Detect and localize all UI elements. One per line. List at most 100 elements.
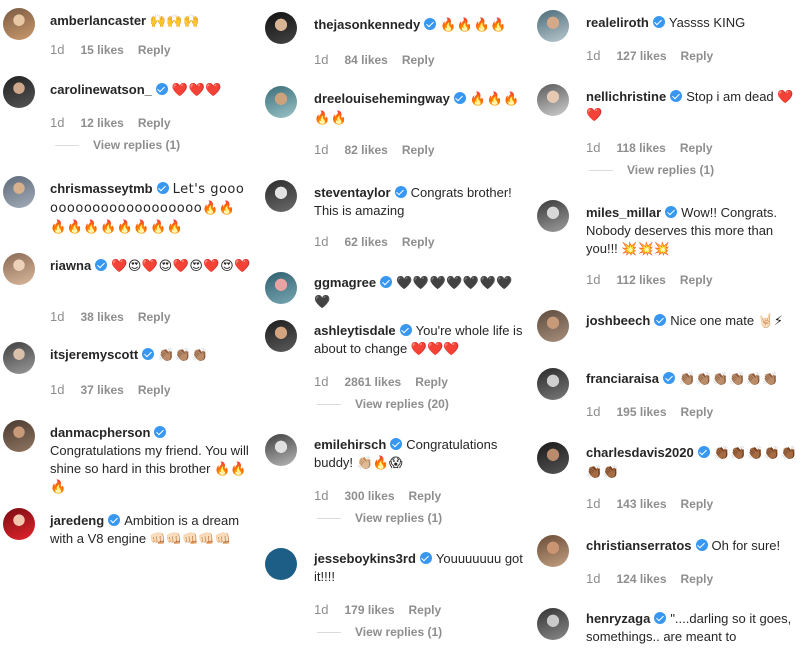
username[interactable]: realeliroth xyxy=(586,15,649,30)
username[interactable]: danmacpherson xyxy=(50,425,150,440)
likes-count[interactable]: 84 likes xyxy=(344,53,387,67)
avatar[interactable] xyxy=(3,342,35,374)
username[interactable]: carolinewatson_ xyxy=(50,82,152,97)
username[interactable]: dreelouisehemingway xyxy=(314,91,450,106)
username[interactable]: joshbeech xyxy=(586,313,650,328)
timestamp[interactable]: 1d xyxy=(314,142,328,157)
avatar[interactable] xyxy=(537,368,569,400)
reply-button[interactable]: Reply xyxy=(138,310,171,324)
avatar[interactable] xyxy=(537,608,569,640)
username[interactable]: jaredeng xyxy=(50,513,104,528)
avatar[interactable] xyxy=(265,320,297,352)
likes-count[interactable]: 179 likes xyxy=(344,603,394,617)
likes-count[interactable]: 112 likes xyxy=(616,273,665,287)
avatar[interactable] xyxy=(3,420,35,452)
likes-count[interactable]: 12 likes xyxy=(80,116,123,130)
username[interactable]: itsjeremyscott xyxy=(50,347,138,362)
username[interactable]: miles_millar xyxy=(586,205,661,220)
timestamp[interactable]: 1d xyxy=(314,602,328,617)
likes-count[interactable]: 82 likes xyxy=(344,143,387,157)
likes-count[interactable]: 38 likes xyxy=(80,310,123,324)
likes-count[interactable]: 195 likes xyxy=(616,405,666,419)
likes-count[interactable]: 124 likes xyxy=(616,572,666,586)
likes-count[interactable]: 143 likes xyxy=(616,497,666,511)
avatar[interactable] xyxy=(3,76,35,108)
avatar[interactable] xyxy=(265,180,297,212)
reply-button[interactable]: Reply xyxy=(680,273,713,287)
reply-button[interactable]: Reply xyxy=(409,489,442,503)
username[interactable]: ggmagree xyxy=(314,275,376,290)
comment-text: 🙌🙌🙌 xyxy=(149,14,200,29)
timestamp[interactable]: 1d xyxy=(314,374,328,389)
username[interactable]: riawna xyxy=(50,258,91,273)
avatar[interactable] xyxy=(537,442,569,474)
username[interactable]: nellichristine xyxy=(586,89,666,104)
reply-button[interactable]: Reply xyxy=(681,497,714,511)
likes-count[interactable]: 300 likes xyxy=(344,489,394,503)
timestamp[interactable]: 1d xyxy=(314,234,328,249)
avatar[interactable] xyxy=(3,176,35,208)
verified-badge-icon xyxy=(156,182,169,194)
timestamp[interactable]: 1d xyxy=(50,115,64,130)
avatar[interactable] xyxy=(265,434,297,466)
timestamp[interactable]: 1d xyxy=(50,309,64,324)
avatar[interactable] xyxy=(265,86,297,118)
timestamp[interactable]: 1d xyxy=(50,382,64,397)
reply-button[interactable]: Reply xyxy=(680,141,713,155)
avatar[interactable] xyxy=(3,8,35,40)
username[interactable]: thejasonkennedy xyxy=(314,17,420,32)
username[interactable]: christianserratos xyxy=(586,538,692,553)
reply-button[interactable]: Reply xyxy=(402,53,435,67)
reply-button[interactable]: Reply xyxy=(138,116,171,130)
timestamp[interactable]: 1d xyxy=(586,272,600,287)
timestamp[interactable]: 1d xyxy=(586,496,600,511)
reply-button[interactable]: Reply xyxy=(138,383,171,397)
likes-count[interactable]: 15 likes xyxy=(80,43,123,57)
likes-count[interactable]: 118 likes xyxy=(616,141,665,155)
username[interactable]: jesseboykins3rd xyxy=(314,551,416,566)
username[interactable]: henryzaga xyxy=(586,611,650,626)
avatar[interactable] xyxy=(265,12,297,44)
reply-button[interactable]: Reply xyxy=(138,43,171,57)
reply-button[interactable]: Reply xyxy=(409,603,442,617)
timestamp[interactable]: 1d xyxy=(586,140,600,155)
timestamp[interactable]: 1d xyxy=(314,52,328,67)
avatar[interactable] xyxy=(265,272,297,304)
timestamp[interactable]: 1d xyxy=(50,42,64,57)
reply-button[interactable]: Reply xyxy=(681,405,714,419)
reply-button[interactable]: Reply xyxy=(402,235,435,249)
timestamp[interactable]: 1d xyxy=(586,571,600,586)
username[interactable]: amberlancaster xyxy=(50,13,146,28)
avatar[interactable] xyxy=(537,10,569,42)
username[interactable]: charlesdavis2020 xyxy=(586,445,694,460)
view-replies-button[interactable]: View replies (1) xyxy=(317,625,442,639)
timestamp[interactable]: 1d xyxy=(314,488,328,503)
username[interactable]: emilehirsch xyxy=(314,437,386,452)
reply-button[interactable]: Reply xyxy=(681,572,714,586)
view-replies-button[interactable]: View replies (1) xyxy=(589,163,714,177)
reply-button[interactable]: Reply xyxy=(681,49,714,63)
likes-count[interactable]: 37 likes xyxy=(80,383,123,397)
view-replies-button[interactable]: View replies (20) xyxy=(317,397,449,411)
likes-count[interactable]: 62 likes xyxy=(344,235,387,249)
avatar[interactable] xyxy=(537,200,569,232)
username[interactable]: ashleytisdale xyxy=(314,323,396,338)
username[interactable]: steventaylor xyxy=(314,185,391,200)
username[interactable]: franciaraisa xyxy=(586,371,659,386)
avatar[interactable] xyxy=(537,84,569,116)
likes-count[interactable]: 2861 likes xyxy=(344,375,401,389)
avatar[interactable] xyxy=(265,548,297,580)
reply-button[interactable]: Reply xyxy=(402,143,435,157)
reply-button[interactable]: Reply xyxy=(415,375,448,389)
view-replies-button[interactable]: View replies (1) xyxy=(317,511,442,525)
avatar[interactable] xyxy=(3,508,35,540)
avatar[interactable] xyxy=(3,253,35,285)
timestamp[interactable]: 1d xyxy=(586,48,600,63)
username[interactable]: chrismasseytmb xyxy=(50,181,153,196)
view-replies-button[interactable]: View replies (1) xyxy=(55,138,180,152)
likes-count[interactable]: 127 likes xyxy=(616,49,666,63)
timestamp[interactable]: 1d xyxy=(586,404,600,419)
verified-badge-icon xyxy=(670,90,683,102)
avatar[interactable] xyxy=(537,535,569,567)
avatar[interactable] xyxy=(537,310,569,342)
